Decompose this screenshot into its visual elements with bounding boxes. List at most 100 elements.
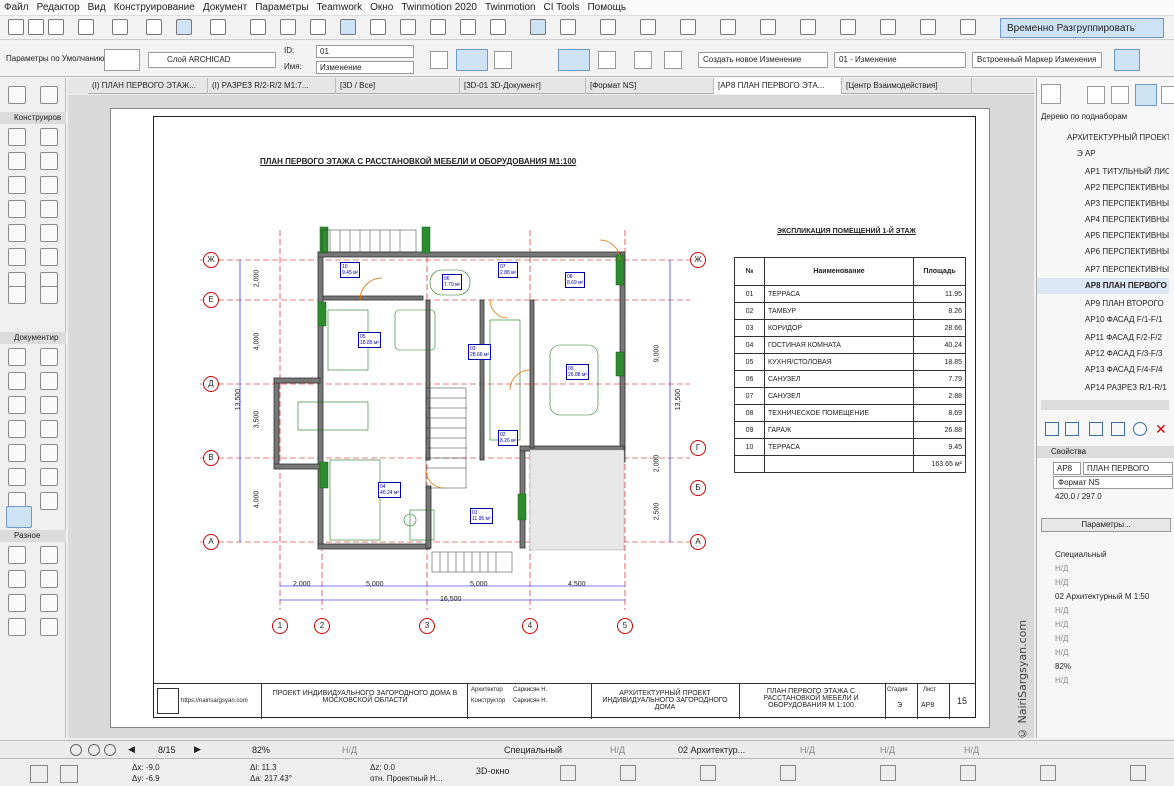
fill-tool-icon[interactable] — [8, 396, 26, 414]
undo-icon[interactable] — [78, 19, 94, 35]
tab-scroll-left-icon[interactable] — [68, 78, 88, 94]
new-master-icon[interactable] — [1089, 422, 1103, 436]
menu-help[interactable]: Помощь — [587, 2, 626, 13]
prop-id-field[interactable]: АР8 — [1053, 462, 1081, 475]
menu-view[interactable]: Вид — [88, 2, 106, 13]
camera-icon[interactable] — [960, 765, 976, 781]
menu-document[interactable]: Документ — [203, 2, 247, 13]
snap-icon[interactable] — [30, 765, 48, 783]
3d-view-icon[interactable] — [680, 19, 696, 35]
layer-icon[interactable] — [280, 19, 296, 35]
properties-header[interactable]: Свойства — [1037, 446, 1174, 458]
menu-twinmotion[interactable]: Twinmotion — [485, 2, 536, 13]
status-nd-1[interactable]: Н/Д — [342, 745, 357, 755]
walk-icon[interactable] — [620, 765, 636, 781]
hotspot-tool-icon[interactable] — [40, 594, 58, 612]
zoom-out-icon[interactable] — [104, 744, 116, 756]
cloud-shape-icon[interactable] — [558, 49, 590, 71]
open-icon[interactable] — [28, 19, 44, 35]
offset-icon[interactable] — [460, 19, 476, 35]
bim-icon[interactable] — [920, 19, 936, 35]
polyline-tool-icon[interactable] — [40, 420, 58, 438]
layout-book-icon[interactable] — [1135, 84, 1157, 106]
arrow-select-icon[interactable] — [176, 19, 192, 35]
name-field[interactable]: Изменение — [316, 61, 414, 74]
pentagon-shape-icon[interactable] — [430, 51, 448, 69]
wall-end-tool-icon[interactable] — [40, 546, 58, 564]
section-marker-tool-icon[interactable] — [40, 444, 58, 462]
circle-shape-icon[interactable] — [664, 51, 682, 69]
tree-root[interactable]: АРХИТЕКТУРНЫЙ ПРОЕКТ — [1037, 130, 1169, 146]
tab-section[interactable]: (I) РАЗРЕЗ R/2-R/2 M1:7... — [208, 78, 336, 94]
parameters-button[interactable]: Параметры... — [1041, 518, 1171, 532]
column-tool-icon[interactable] — [8, 176, 26, 194]
id-field[interactable]: 01 — [316, 45, 414, 58]
gravity-icon[interactable] — [146, 19, 162, 35]
tab-collaboration[interactable]: [Центр Взаимодействия] — [842, 78, 972, 94]
tab-layout-ar8[interactable]: [АР8 ПЛАН ПЕРВОГО ЭТА... — [714, 78, 842, 94]
menu-window[interactable]: Окно — [370, 2, 393, 13]
format-combo[interactable]: Формат NS — [1053, 476, 1173, 489]
group-icon[interactable] — [530, 19, 546, 35]
spline-tool-icon[interactable] — [8, 594, 26, 612]
align-icon[interactable] — [600, 19, 616, 35]
new-subset-icon[interactable] — [1065, 422, 1079, 436]
mesh-tool-icon[interactable] — [40, 248, 58, 266]
figure-tool-icon[interactable] — [8, 618, 26, 636]
prop-name-field[interactable]: ПЛАН ПЕРВОГО ЭТАЖА — [1083, 462, 1173, 484]
split-icon[interactable] — [400, 19, 416, 35]
suspend-groups-icon[interactable] — [340, 19, 356, 35]
grid-tool-icon[interactable] — [8, 546, 26, 564]
rotated-rect-icon[interactable] — [634, 51, 652, 69]
tree-item-ar2[interactable]: АР2 ПЕРСПЕКТИВНЫ — [1037, 180, 1169, 196]
stair-tool-icon[interactable] — [40, 200, 58, 218]
guide-icon[interactable] — [60, 765, 78, 783]
layer-selector[interactable]: Слой ARCHICAD — [148, 52, 276, 68]
menu-edit[interactable]: Редактор — [37, 2, 80, 13]
text-tool-icon[interactable] — [8, 372, 26, 390]
tree-item-ar6[interactable]: АР6 ПЕРСПЕКТИВНЫ — [1037, 244, 1169, 260]
render-status-icon[interactable] — [880, 765, 896, 781]
distribute-icon[interactable] — [640, 19, 656, 35]
tree-item-ar7[interactable]: АР7 ПЕРСПЕКТИВНЫ — [1037, 262, 1169, 278]
marquee-tool-icon[interactable] — [40, 86, 58, 104]
favorites-icon[interactable] — [104, 49, 140, 71]
beam-tool-icon[interactable] — [40, 176, 58, 194]
menu-teamwork[interactable]: Teamwork — [317, 2, 363, 13]
settings-icon[interactable] — [1130, 765, 1146, 781]
undo-zoom-icon[interactable] — [70, 744, 82, 756]
status-nd-4[interactable]: Н/Д — [880, 745, 895, 755]
arrow-tool-icon[interactable] — [8, 86, 26, 104]
wall-tool-icon[interactable] — [8, 128, 26, 146]
section-design[interactable]: Конструиров — [0, 112, 66, 124]
tree-item-ar1[interactable]: АР1 ТИТУЛЬНЫЙ ЛИС — [1037, 164, 1169, 180]
delete-icon[interactable]: ✕ — [1155, 422, 1167, 436]
checkmark-icon[interactable] — [1114, 49, 1140, 71]
scale-combo[interactable]: 02 Архитектур... — [678, 745, 745, 755]
tab-plan[interactable]: (I) ПЛАН ПЕРВОГО ЭТАЖ... — [88, 78, 208, 94]
tree-item-ar14[interactable]: АР14 РАЗРЕЗ R/1-R/1 — [1037, 380, 1169, 396]
notification-icon[interactable] — [1040, 765, 1056, 781]
drawing-tool-icon[interactable] — [8, 444, 26, 462]
label-tool-icon[interactable] — [40, 372, 58, 390]
place-drawing-icon[interactable] — [1111, 422, 1125, 436]
menu-design[interactable]: Конструирование — [114, 2, 195, 13]
tab-3d-document[interactable]: [3D-01 3D-Документ] — [460, 78, 586, 94]
elevation-tool-icon[interactable] — [8, 468, 26, 486]
next-page-icon[interactable]: ▶ — [194, 744, 201, 755]
navigator-menu-icon[interactable] — [1041, 84, 1061, 104]
shell-tool-icon[interactable] — [40, 224, 58, 242]
tree-item-ar12[interactable]: АР12 ФАСАД F/3-F/3 — [1037, 346, 1169, 362]
section-icon[interactable] — [720, 19, 736, 35]
curve-shape-icon[interactable] — [494, 51, 512, 69]
status-nd-3[interactable]: Н/Д — [800, 745, 815, 755]
change-combo[interactable]: Создать новое Изменение — [698, 52, 828, 68]
ungroup-icon[interactable] — [560, 19, 576, 35]
morph-tool-icon[interactable] — [8, 286, 26, 304]
roof-tool-icon[interactable] — [8, 224, 26, 242]
tab-3d[interactable]: [3D / Все] — [336, 78, 460, 94]
tree-item-ar4[interactable]: АР4 ПЕРСПЕКТИВНЫ — [1037, 212, 1169, 228]
pencil-icon[interactable] — [112, 19, 128, 35]
update-icon[interactable] — [1133, 422, 1147, 436]
dimension-tool-icon[interactable] — [8, 348, 26, 366]
